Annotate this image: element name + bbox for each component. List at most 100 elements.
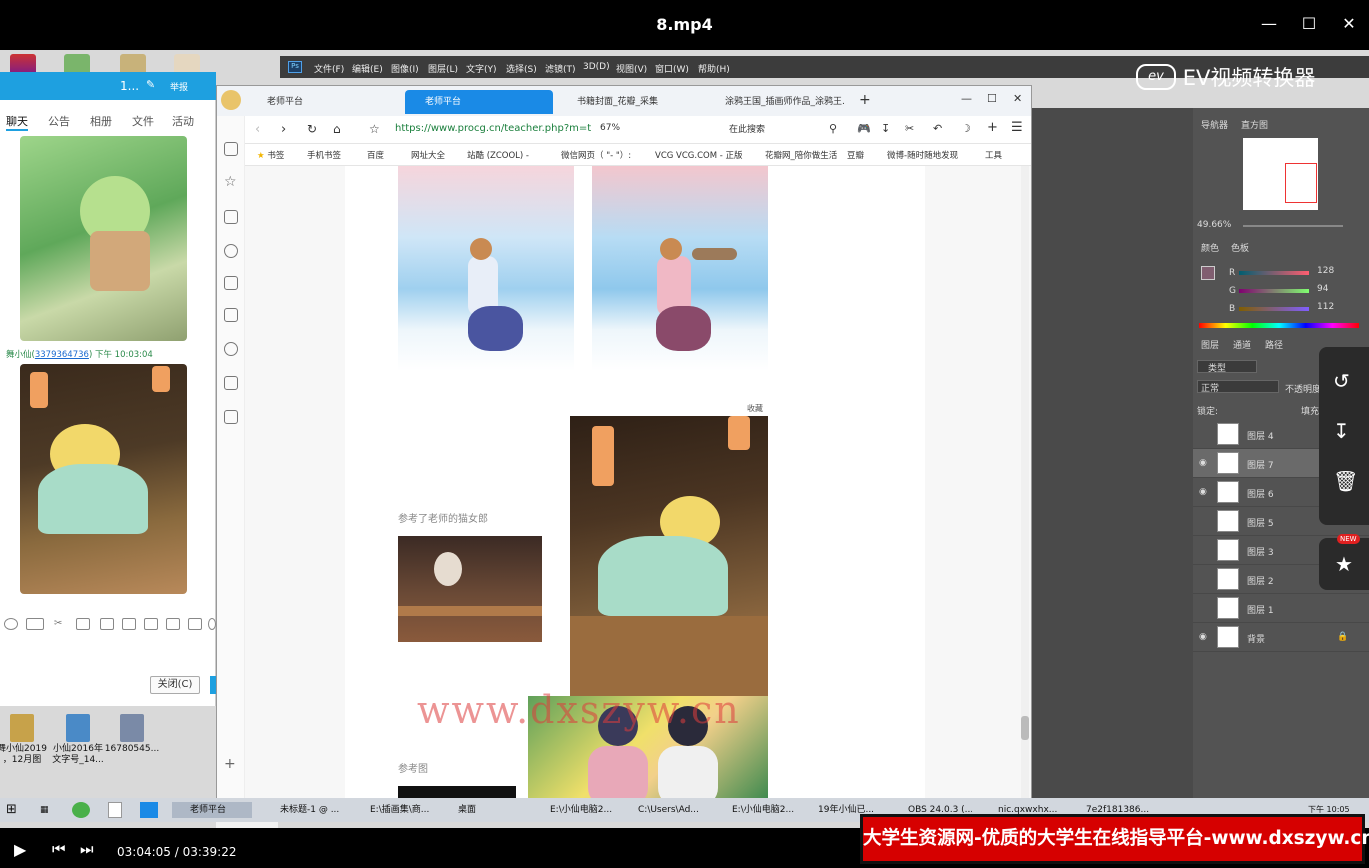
bookmark-tools[interactable]: 工具 (985, 149, 1002, 161)
navigator-zoom-slider[interactable] (1243, 225, 1343, 227)
bag-icon[interactable] (144, 618, 158, 630)
undo-icon[interactable]: ↶ (933, 122, 942, 135)
night-mode-icon[interactable]: ☽ (961, 122, 971, 135)
ad-banner[interactable]: 大学生资源网-优质的大学生在线指导平台-www.dxszyw.cn (860, 814, 1369, 864)
maximize-button[interactable]: ☐ (1296, 12, 1322, 36)
zoom-level[interactable]: 67% (600, 123, 620, 133)
screenshot-icon[interactable] (100, 618, 114, 630)
download-icon[interactable]: ↧ (1333, 419, 1350, 443)
ps-menu-window[interactable]: 窗口(W) (655, 62, 689, 75)
ps-menu-select[interactable]: 选择(S) (506, 62, 537, 75)
bookmark-wechat[interactable]: 微信网页（ "- "）: (561, 149, 631, 161)
artwork-boy-lantern[interactable] (570, 416, 768, 696)
bell-icon[interactable] (208, 618, 216, 630)
ps-menu-file[interactable]: 文件(F) (314, 62, 344, 75)
collect-label[interactable]: 收藏 (747, 403, 763, 414)
bookmark-huaban[interactable]: 花瓣网_陪你做生活 (765, 149, 837, 161)
navigator-viewbox[interactable] (1285, 163, 1317, 203)
gif-icon[interactable] (26, 618, 44, 630)
tab-layers[interactable]: 图层 (1201, 338, 1219, 351)
artwork-cat-girl[interactable] (398, 536, 542, 642)
blend-mode-select[interactable]: 正常 (1197, 380, 1279, 394)
taskbar-item-folder2[interactable]: E:\小仙电脑2... (534, 802, 614, 818)
taskbar-item-folder4[interactable]: E:\小仙电脑2... (716, 802, 802, 818)
layer-visibility-icon[interactable]: ◉ (1199, 458, 1207, 468)
user-avatar[interactable] (221, 90, 241, 110)
star-icon[interactable]: ☆ (224, 174, 238, 190)
minimize-browser-button[interactable]: — (961, 92, 972, 105)
tab-album[interactable]: 相册 (90, 113, 112, 129)
bookmark-baidu[interactable]: 百度 (367, 149, 384, 161)
maximize-browser-button[interactable]: ☐ (987, 92, 997, 105)
back-icon[interactable]: ‹ (255, 122, 260, 137)
red-value[interactable]: 128 (1317, 266, 1334, 276)
page-scrollbar[interactable] (1021, 166, 1029, 799)
close-button[interactable]: ✕ (1336, 12, 1362, 36)
taskbar-item-browser[interactable]: 老师平台 (172, 802, 252, 818)
favorite-icon[interactable]: ☆ (369, 122, 380, 136)
notes-icon[interactable] (224, 142, 238, 156)
search-button-icon[interactable]: ⚲ (829, 122, 837, 135)
layer-filter-select[interactable]: 类型 (1197, 360, 1257, 374)
task-view-icon[interactable]: ▦ (40, 802, 54, 818)
tab-chat[interactable]: 聊天 (6, 113, 28, 131)
tab-activity[interactable]: 活动 (172, 113, 194, 129)
layer-row[interactable]: ◉ 背景 🔒 (1193, 623, 1369, 652)
report-link[interactable]: 举报 (170, 80, 188, 93)
close-browser-button[interactable]: ✕ (1013, 92, 1022, 105)
new-tab-button[interactable]: + (859, 92, 871, 108)
chat-image-green[interactable] (20, 136, 187, 341)
music-icon[interactable] (224, 308, 238, 322)
tab-navigator[interactable]: 导航器 (1201, 118, 1228, 131)
desktop-file-3[interactable]: 16780545... (102, 714, 162, 755)
url-input[interactable]: https://www.procg.cn/teacher.php?m=t (395, 123, 591, 134)
blue-slider[interactable] (1239, 307, 1309, 311)
tab-swatches[interactable]: 色板 (1231, 241, 1249, 254)
bookmark-vcg[interactable]: VCG VCG.COM - 正版 (655, 149, 743, 161)
tab-files[interactable]: 文件 (132, 113, 154, 129)
add-icon[interactable]: + (224, 756, 238, 772)
ps-menu-edit[interactable]: 编辑(E) (352, 62, 383, 75)
taskbar-item-ps[interactable]: 未标题-1 @ ... (262, 802, 350, 818)
ps-menu-filter[interactable]: 滤镜(T) (545, 62, 576, 75)
bookmark-douban[interactable]: 豆瓣 (847, 149, 864, 161)
pin-tool[interactable]: NEW ★ (1319, 534, 1369, 590)
ps-menu-layer[interactable]: 图层(L) (428, 62, 458, 75)
browser-tab-4[interactable]: 涂鸦王国_插画师作品_涂鸦王... (705, 90, 845, 114)
folder-icon[interactable] (76, 618, 90, 630)
calculator-icon[interactable] (188, 618, 202, 630)
video-icon[interactable] (224, 276, 238, 290)
book-icon[interactable] (224, 210, 238, 224)
navigator-thumbnail[interactable] (1243, 138, 1318, 210)
sender-name[interactable]: 舞小仙 (6, 350, 32, 360)
desktop-file-2[interactable]: 小仙2016年 文字号_14... (48, 714, 108, 766)
foreground-color-swatch[interactable] (1201, 266, 1215, 280)
cart-icon[interactable] (224, 376, 238, 390)
reload-icon[interactable]: ↻ (307, 122, 317, 136)
blue-value[interactable]: 112 (1317, 302, 1334, 312)
start-icon[interactable]: ⊞ (6, 802, 20, 818)
chat-image-boy[interactable] (20, 364, 187, 594)
ps-menu-3d[interactable]: 3D(D) (583, 62, 610, 72)
desktop-file-1[interactable]: 舞小仙2019 ，12月图 (0, 714, 52, 766)
browser-app-icon[interactable] (72, 802, 90, 818)
tab-color[interactable]: 颜色 (1201, 241, 1219, 254)
scissors-icon[interactable]: ✂ (905, 122, 914, 135)
green-value[interactable]: 94 (1317, 284, 1328, 294)
next-icon[interactable]: ⏭ (80, 840, 94, 858)
browser-tab-2[interactable]: 老师平台 (405, 90, 553, 114)
green-slider[interactable] (1239, 289, 1309, 293)
bookmark-mobile[interactable]: 手机书签 (307, 149, 341, 161)
taskbar-item-desktop[interactable]: 桌面 (442, 802, 522, 818)
video-frame[interactable]: Ps 文件(F) 编辑(E) 图像(I) 图层(L) 文字(Y) 选择(S) 滤… (0, 50, 1369, 828)
taskbar-item-folder3[interactable]: C:\Users\Ad... (622, 802, 710, 818)
browser-tab-3[interactable]: 书籍封面_花瓣_采集 (557, 90, 695, 114)
home-icon[interactable]: ⌂ (333, 122, 341, 136)
chat-icon[interactable] (224, 342, 238, 356)
image-icon[interactable] (122, 618, 136, 630)
artwork-running-1[interactable] (398, 166, 574, 371)
layer-row[interactable]: 图层 1 (1193, 594, 1369, 623)
layer-visibility-icon[interactable]: ◉ (1199, 632, 1207, 642)
tab-notice[interactable]: 公告 (48, 113, 70, 129)
bookmark-hao[interactable]: 网址大全 (411, 149, 445, 161)
